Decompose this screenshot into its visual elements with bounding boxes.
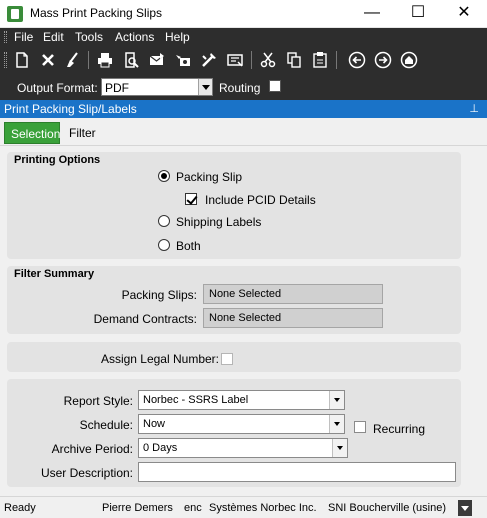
schedule-select[interactable]: Now xyxy=(138,414,345,434)
print-preview-icon[interactable] xyxy=(121,50,141,70)
title-bar: Mass Print Packing Slips — ☐ ✕ xyxy=(0,0,487,28)
packing-slip-label: Packing Slip xyxy=(176,170,243,184)
status-state: Ready xyxy=(4,502,36,514)
delete-icon[interactable] xyxy=(38,50,58,70)
menu-help[interactable]: Help xyxy=(165,30,190,44)
output-format-select[interactable]: PDF xyxy=(101,78,213,96)
routing-label: Routing xyxy=(219,81,261,95)
print-setup-icon[interactable] xyxy=(199,50,219,70)
close-button[interactable]: ✕ xyxy=(441,0,487,28)
report-options-group: Report Style: Norbec - SSRS Label Schedu… xyxy=(7,379,461,487)
recurring-label: Recurring xyxy=(373,422,426,436)
both-label: Both xyxy=(176,239,201,253)
print-icon[interactable] xyxy=(95,50,115,70)
toolbar-separator xyxy=(251,51,252,69)
toolbar-separator xyxy=(336,51,337,69)
menu-edit[interactable]: Edit xyxy=(43,30,64,44)
status-user: Pierre Demers xyxy=(102,502,173,514)
both-radio[interactable] xyxy=(158,239,170,251)
shipping-labels-label: Shipping Labels xyxy=(176,215,262,229)
chevron-down-icon[interactable] xyxy=(329,415,344,433)
report-style-value: Norbec - SSRS Label xyxy=(143,394,249,406)
toolbar xyxy=(0,46,487,74)
printing-options-title: Printing Options xyxy=(14,154,101,166)
demand-contracts-field: None Selected xyxy=(203,308,383,328)
recurring-checkbox[interactable] xyxy=(354,421,366,433)
report-style-label: Report Style: xyxy=(63,394,133,408)
routing-checkbox[interactable] xyxy=(269,80,281,92)
filter-summary-title: Filter Summary xyxy=(14,268,95,280)
minimize-button[interactable]: — xyxy=(349,0,395,28)
packing-slip-radio[interactable] xyxy=(158,170,170,182)
toolbar-grip xyxy=(4,52,7,68)
shipping-labels-radio[interactable] xyxy=(158,215,170,227)
cut-icon[interactable] xyxy=(258,50,278,70)
chevron-down-icon[interactable] xyxy=(458,500,472,516)
app-icon xyxy=(7,6,23,22)
filter-summary-group: Filter Summary Packing Slips: None Selec… xyxy=(7,266,461,334)
legal-number-group: Assign Legal Number: xyxy=(7,342,461,372)
menu-bar: File Edit Tools Actions Help xyxy=(0,28,487,46)
fax-icon[interactable] xyxy=(173,50,193,70)
packing-slips-label: Packing Slips: xyxy=(121,288,197,302)
user-description-input[interactable] xyxy=(138,462,456,482)
email-icon[interactable] xyxy=(147,50,167,70)
archive-period-label: Archive Period: xyxy=(51,442,133,456)
status-company: Systèmes Norbec Inc. xyxy=(209,502,317,514)
home-icon[interactable] xyxy=(399,50,419,70)
chevron-down-icon[interactable] xyxy=(329,391,344,409)
printing-options-group: Printing Options Packing Slip Include PC… xyxy=(7,152,461,259)
demand-contracts-label: Demand Contracts: xyxy=(93,312,197,326)
copy-icon[interactable] xyxy=(284,50,304,70)
status-site: SNI Boucherville (usine) xyxy=(328,502,446,514)
menu-file[interactable]: File xyxy=(14,30,33,44)
tab-filter[interactable]: Filter xyxy=(63,122,103,144)
output-format-value: PDF xyxy=(105,81,129,95)
chevron-down-icon[interactable] xyxy=(332,439,347,457)
menu-actions[interactable]: Actions xyxy=(115,30,154,44)
schedule-label: Schedule: xyxy=(79,418,133,432)
report-style-select[interactable]: Norbec - SSRS Label xyxy=(138,390,345,410)
report-icon[interactable] xyxy=(225,50,245,70)
tab-selection[interactable]: Selection xyxy=(4,122,60,144)
packing-slips-field: None Selected xyxy=(203,284,383,304)
pin-icon[interactable]: ⊥ xyxy=(469,102,479,115)
tab-strip: Selection Filter xyxy=(0,118,487,146)
status-bar: Ready Pierre Demers enc Systèmes Norbec … xyxy=(0,496,487,518)
schedule-value: Now xyxy=(143,418,166,430)
menu-tools[interactable]: Tools xyxy=(75,30,103,44)
clear-icon[interactable] xyxy=(63,50,83,70)
panel-header: Print Packing Slip/Labels ⊥ xyxy=(0,100,487,118)
archive-period-value: 0 Days xyxy=(143,442,178,454)
user-description-label: User Description: xyxy=(40,466,133,480)
output-format-label: Output Format: xyxy=(17,81,98,95)
maximize-button[interactable]: ☐ xyxy=(395,0,441,28)
forward-icon[interactable] xyxy=(373,50,393,70)
archive-period-select[interactable]: 0 Days xyxy=(138,438,348,458)
assign-legal-number-label: Assign Legal Number: xyxy=(100,352,219,366)
menu-grip xyxy=(4,31,7,43)
back-icon[interactable] xyxy=(347,50,367,70)
toolbar-separator xyxy=(88,51,89,69)
new-icon[interactable] xyxy=(12,50,32,70)
status-language: enc xyxy=(184,502,202,514)
output-format-bar: Output Format: PDF Routing xyxy=(0,74,487,100)
paste-icon[interactable] xyxy=(310,50,330,70)
assign-legal-number-checkbox[interactable] xyxy=(221,353,233,365)
include-pcid-label: Include PCID Details xyxy=(205,193,316,207)
include-pcid-checkbox[interactable] xyxy=(185,193,197,205)
chevron-down-icon[interactable] xyxy=(198,79,212,95)
panel-title: Print Packing Slip/Labels xyxy=(4,102,137,116)
window-title: Mass Print Packing Slips xyxy=(30,6,163,20)
